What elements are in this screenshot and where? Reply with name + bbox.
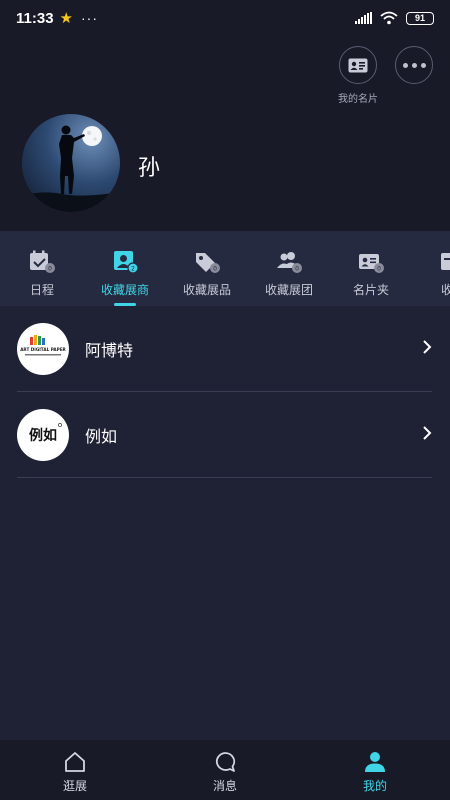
nav-messages[interactable]: 消息 xyxy=(150,740,300,800)
business-card-button[interactable] xyxy=(339,46,377,84)
tab-label: 名片夹 xyxy=(352,283,389,297)
person-icon xyxy=(365,752,385,772)
exhibitor-name: 例如 xyxy=(85,426,118,446)
id-card-icon xyxy=(348,58,368,72)
more-notifications-icon: ··· xyxy=(81,10,98,26)
list-item[interactable]: ART DIGITAL PAPER 阿博特 xyxy=(17,306,432,392)
tab-card-holder[interactable]: 0 名片夹 xyxy=(330,231,412,306)
nav-explore[interactable]: 逛展 xyxy=(0,740,150,800)
nav-label: 我的 xyxy=(362,779,387,793)
home-icon xyxy=(65,752,85,772)
svg-text:0: 0 xyxy=(377,266,381,273)
star-icon: ★ xyxy=(59,10,73,27)
svg-text:ART DIGITAL PAPER: ART DIGITAL PAPER xyxy=(20,347,66,352)
svg-text:例如: 例如 xyxy=(29,427,57,444)
tab-favorite-exhibitors[interactable]: 2 收藏展商 xyxy=(84,231,166,306)
exhibitor-list: ART DIGITAL PAPER 阿博特 例如 例如 xyxy=(0,306,450,478)
exhibitor-icon: 2 xyxy=(114,251,139,274)
avatar[interactable] xyxy=(22,114,120,212)
tab-label: 收藏展商 xyxy=(100,283,149,297)
nav-mine[interactable]: 我的 xyxy=(300,740,450,800)
wifi-icon xyxy=(380,11,398,25)
message-icon xyxy=(216,752,236,772)
tab-label: 日程 xyxy=(29,283,54,297)
tab-label: 收藏展团 xyxy=(264,283,313,297)
card-holder-icon: 0 xyxy=(359,254,384,273)
svg-text:0: 0 xyxy=(295,266,299,273)
more-button[interactable] xyxy=(395,46,433,84)
avatar-image xyxy=(22,114,120,212)
list-item[interactable]: 例如 例如 xyxy=(17,392,432,478)
tab-favorite-products[interactable]: 0 收藏展品 xyxy=(166,231,248,306)
calendar-icon: 0 xyxy=(30,250,55,273)
signal-icon xyxy=(355,12,372,24)
status-time: 11:33 xyxy=(16,9,54,27)
tab-favorite-more[interactable]: 收藏 xyxy=(412,231,450,306)
tab-bar: 0 日程 2 收藏展商 0 收藏展品 0 收藏展团 0 名片夹 收 xyxy=(0,231,450,306)
svg-text:2: 2 xyxy=(131,266,135,273)
tab-label: 收藏展品 xyxy=(182,283,231,297)
tab-label: 收藏 xyxy=(440,283,450,297)
battery-indicator: 91 xyxy=(406,11,434,25)
svg-text:0: 0 xyxy=(48,266,52,273)
liru-logo: 例如 xyxy=(29,422,62,444)
user-name: 孙 xyxy=(138,156,161,181)
nav-label: 消息 xyxy=(212,779,237,793)
chevron-right-icon xyxy=(423,340,432,354)
art-digital-paper-logo: ART DIGITAL PAPER xyxy=(20,334,67,355)
business-card-label: 我的名片 xyxy=(338,94,378,105)
exhibitor-logo: 例如 xyxy=(17,408,69,461)
tab-schedule[interactable]: 0 日程 xyxy=(0,231,84,306)
more-icon xyxy=(402,62,426,68)
exhibitor-name: 阿博特 xyxy=(85,340,134,360)
profile-header: 我的名片 孙 xyxy=(0,36,450,231)
svg-text:0: 0 xyxy=(213,266,217,273)
tab-favorite-groups[interactable]: 0 收藏展团 xyxy=(248,231,330,306)
tag-icon: 0 xyxy=(196,253,220,273)
group-icon: 0 xyxy=(277,252,302,273)
status-bar: 11:33 ★ ··· 91 xyxy=(0,0,450,36)
bottom-navigation: 逛展 消息 我的 xyxy=(0,740,450,800)
chevron-right-icon xyxy=(423,426,432,440)
nav-label: 逛展 xyxy=(62,779,87,793)
exhibitor-logo: ART DIGITAL PAPER xyxy=(17,322,69,375)
favorite-icon xyxy=(441,253,450,270)
